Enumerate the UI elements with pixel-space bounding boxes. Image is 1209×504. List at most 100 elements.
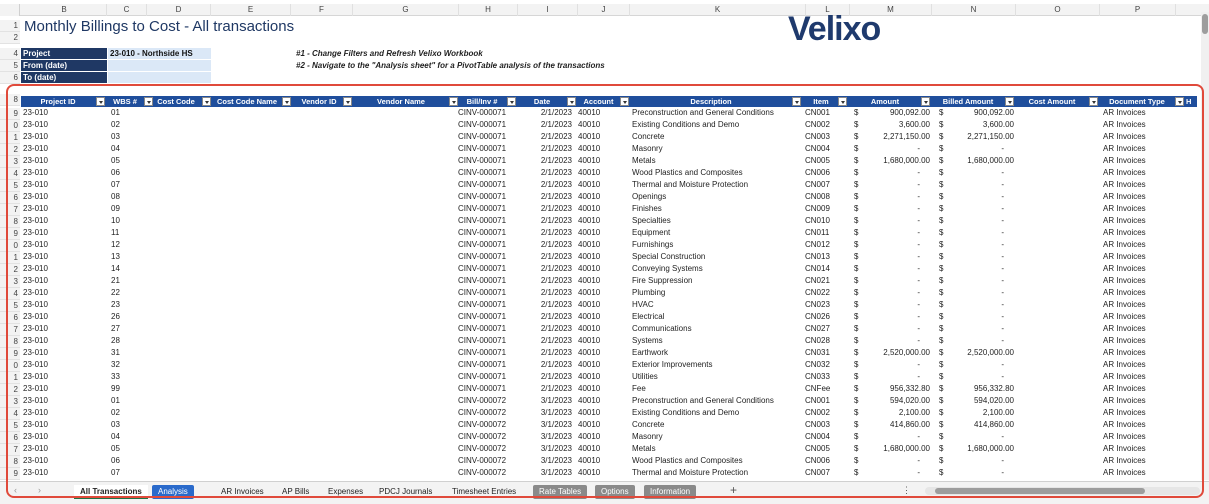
table-cell[interactable]: AR Invoices <box>1103 227 1183 239</box>
table-cell[interactable]: - <box>949 203 1014 215</box>
table-cell[interactable]: Thermal and Moisture Protection <box>632 179 804 191</box>
table-cell[interactable]: $ <box>939 155 949 167</box>
table-cell[interactable]: Conveying Systems <box>632 263 804 275</box>
table-cell[interactable]: 40010 <box>578 131 618 143</box>
table-cell[interactable]: 40010 <box>578 311 618 323</box>
table-cell[interactable]: $ <box>854 119 864 131</box>
table-cell[interactable]: - <box>864 263 930 275</box>
table-cell[interactable]: CINV-000071 <box>458 263 518 275</box>
filter-dropdown-icon[interactable] <box>567 97 576 106</box>
table-cell[interactable]: 23-010 <box>23 311 103 323</box>
table-cell[interactable]: AR Invoices <box>1103 119 1183 131</box>
table-cell[interactable]: AR Invoices <box>1103 215 1183 227</box>
table-cell[interactable]: - <box>949 191 1014 203</box>
filter-dropdown-icon[interactable] <box>282 97 291 106</box>
column-letter-o[interactable]: O <box>1016 4 1100 16</box>
table-cell[interactable]: 2/1/2023 <box>518 383 572 395</box>
table-cell[interactable]: AR Invoices <box>1103 431 1183 443</box>
table-cell[interactable]: CN026 <box>805 311 849 323</box>
table-cell[interactable]: 05 <box>111 155 151 167</box>
row-number[interactable]: 6 <box>0 312 20 324</box>
table-cell[interactable]: 23-010 <box>23 227 103 239</box>
table-cell[interactable]: 3/1/2023 <box>518 431 572 443</box>
table-cell[interactable]: 23-010 <box>23 347 103 359</box>
row-number[interactable]: 1 <box>0 132 20 144</box>
table-cell[interactable]: 40010 <box>578 359 618 371</box>
row-number[interactable]: 2 <box>0 264 20 276</box>
table-cell[interactable]: Specialties <box>632 215 804 227</box>
table-cell[interactable]: 2/1/2023 <box>518 347 572 359</box>
table-cell[interactable]: 2,520,000.00 <box>949 347 1014 359</box>
table-cell[interactable]: CINV-000071 <box>458 131 518 143</box>
table-cell[interactable]: - <box>864 203 930 215</box>
table-cell[interactable]: Systems <box>632 335 804 347</box>
row-number[interactable]: 8 <box>0 456 20 468</box>
column-letter-b[interactable]: B <box>22 4 107 16</box>
table-cell[interactable]: $ <box>939 407 949 419</box>
table-cell[interactable]: Plumbing <box>632 287 804 299</box>
table-cell[interactable]: 23-010 <box>23 383 103 395</box>
table-cell[interactable]: 40010 <box>578 347 618 359</box>
column-letter-g[interactable]: G <box>353 4 459 16</box>
table-cell[interactable]: Fee <box>632 383 804 395</box>
table-cell[interactable]: $ <box>854 359 864 371</box>
table-cell[interactable]: CINV-000071 <box>458 299 518 311</box>
filter-dropdown-icon[interactable] <box>921 97 930 106</box>
table-cell[interactable]: 2/1/2023 <box>518 359 572 371</box>
table-cell[interactable]: 23-010 <box>23 239 103 251</box>
table-cell[interactable]: - <box>949 455 1014 467</box>
table-cell[interactable]: $ <box>939 251 949 263</box>
sheet-tab-timesheet-entries[interactable]: Timesheet Entries <box>446 485 522 499</box>
table-cell[interactable]: HVAC <box>632 299 804 311</box>
table-cell[interactable]: $ <box>854 323 864 335</box>
table-cell[interactable]: - <box>864 455 930 467</box>
table-cell[interactable]: - <box>864 371 930 383</box>
column-letter-i[interactable]: I <box>518 4 578 16</box>
table-cell[interactable]: 1,680,000.00 <box>864 155 930 167</box>
table-cell[interactable]: Exterior Improvements <box>632 359 804 371</box>
table-cell[interactable]: $ <box>939 419 949 431</box>
table-cell[interactable]: 2/1/2023 <box>518 275 572 287</box>
row-number[interactable]: 5 <box>0 60 20 72</box>
table-cell[interactable]: CN003 <box>805 131 849 143</box>
table-cell[interactable]: AR Invoices <box>1103 179 1183 191</box>
table-cell[interactable]: Metals <box>632 155 804 167</box>
table-cell[interactable]: $ <box>939 323 949 335</box>
to-date-field[interactable] <box>108 72 211 83</box>
table-cell[interactable]: $ <box>854 299 864 311</box>
table-cell[interactable]: CN014 <box>805 263 849 275</box>
table-cell[interactable]: 2/1/2023 <box>518 299 572 311</box>
row-number[interactable]: 7 <box>0 444 20 456</box>
table-cell[interactable]: 23-010 <box>23 323 103 335</box>
table-cell[interactable]: AR Invoices <box>1103 191 1183 203</box>
table-cell[interactable]: 956,332.80 <box>949 383 1014 395</box>
filter-dropdown-icon[interactable] <box>507 97 516 106</box>
table-cell[interactable]: AR Invoices <box>1103 287 1183 299</box>
table-cell[interactable]: CN033 <box>805 371 849 383</box>
row-number[interactable]: 9 <box>0 468 20 480</box>
row-number[interactable]: 7 <box>0 324 20 336</box>
table-cell[interactable]: $ <box>939 227 949 239</box>
table-cell[interactable]: AR Invoices <box>1103 371 1183 383</box>
table-cell[interactable]: 23-010 <box>23 443 103 455</box>
table-cell[interactable]: 2/1/2023 <box>518 191 572 203</box>
table-cell[interactable]: $ <box>939 383 949 395</box>
table-cell[interactable]: 3/1/2023 <box>518 443 572 455</box>
table-cell[interactable]: $ <box>939 263 949 275</box>
table-cell[interactable]: $ <box>939 299 949 311</box>
table-cell[interactable]: CINV-000071 <box>458 227 518 239</box>
table-cell[interactable]: CNFee <box>805 383 849 395</box>
row-number[interactable]: 9 <box>0 228 20 240</box>
row-number[interactable]: 4 <box>0 288 20 300</box>
table-cell[interactable]: 23-010 <box>23 335 103 347</box>
table-cell[interactable]: AR Invoices <box>1103 311 1183 323</box>
table-cell[interactable]: AR Invoices <box>1103 383 1183 395</box>
table-cell[interactable]: Earthwork <box>632 347 804 359</box>
table-cell[interactable]: Preconstruction and General Conditions <box>632 107 804 119</box>
table-cell[interactable]: CN010 <box>805 215 849 227</box>
table-cell[interactable]: $ <box>854 155 864 167</box>
table-cell[interactable]: 2,520,000.00 <box>864 347 930 359</box>
table-cell[interactable]: $ <box>854 215 864 227</box>
next-sheet-icon[interactable]: › <box>38 485 41 495</box>
table-cell[interactable]: 40010 <box>578 275 618 287</box>
